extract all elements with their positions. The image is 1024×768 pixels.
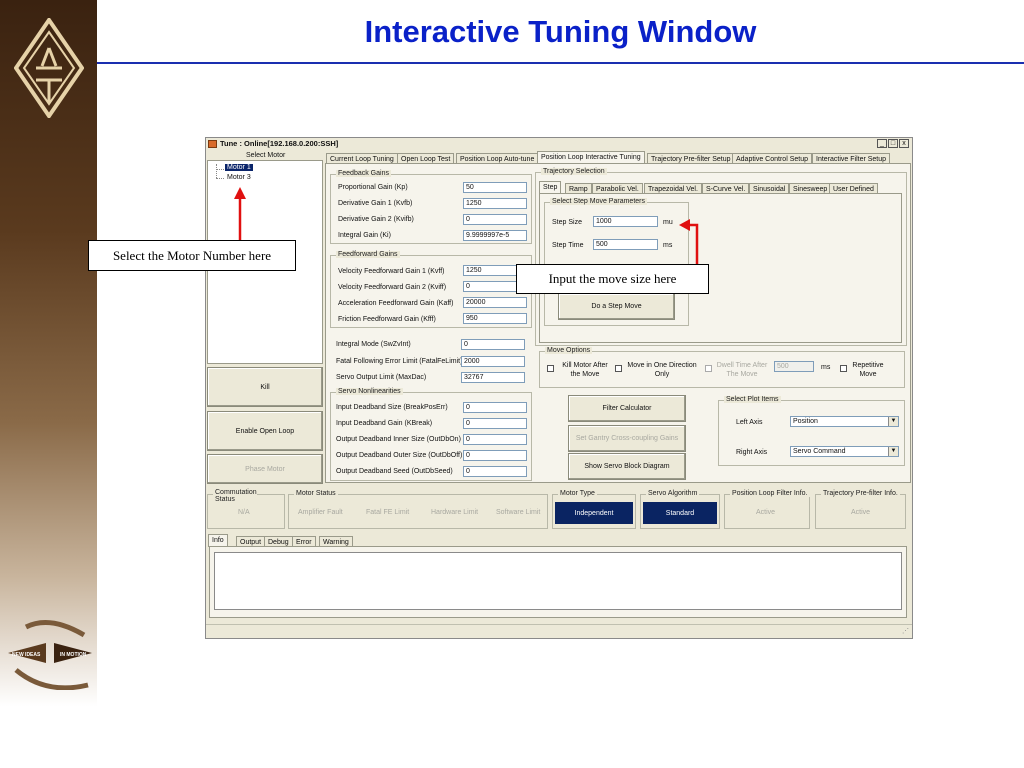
annotation-overlay	[234, 187, 699, 265]
move-size-arrow-head-icon	[679, 219, 690, 231]
callout-select-motor: Select the Motor Number here	[88, 240, 296, 271]
move-size-arrow-shaft	[687, 223, 699, 265]
callout-move-size: Input the move size here	[516, 264, 709, 294]
motor-arrow-head-icon	[234, 187, 246, 199]
